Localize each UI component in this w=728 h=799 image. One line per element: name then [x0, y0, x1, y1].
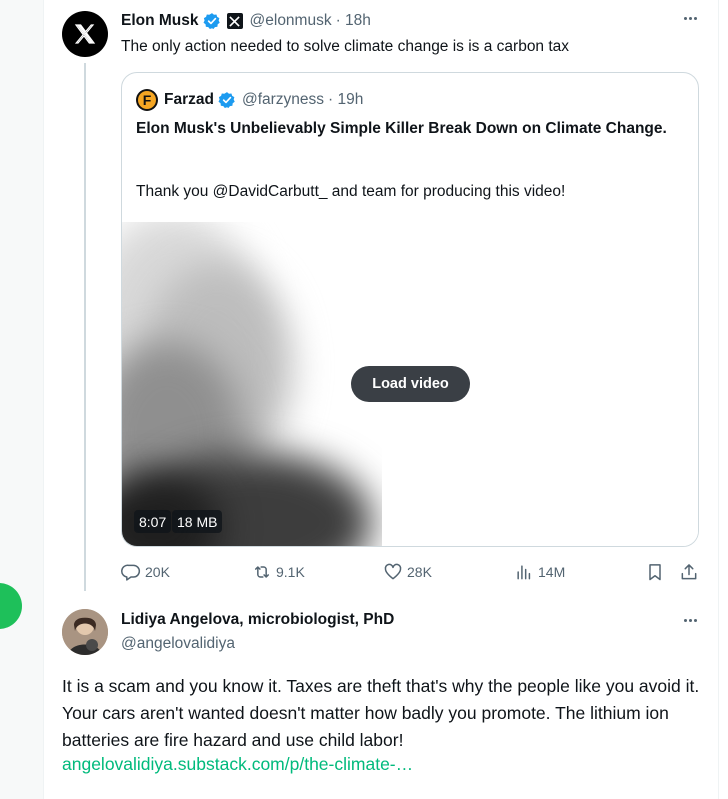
x-logo-icon	[74, 24, 96, 44]
more-button[interactable]	[678, 8, 702, 28]
quote-header: F Farzad @farzyness · 19h	[136, 89, 363, 111]
quote-time: · 19h	[328, 91, 364, 108]
video-thumbnail	[122, 222, 382, 546]
tweet-actions: 20K 9.1K 28K 14M	[121, 562, 701, 584]
views-icon	[517, 565, 531, 580]
video-player[interactable]: Load video 8:07 18 MB	[122, 222, 698, 546]
repost-icon	[255, 566, 269, 578]
reply-text: It is a scam and you know it. Taxes are …	[62, 676, 700, 750]
reply-count: 20K	[145, 564, 170, 580]
like-icon	[384, 563, 402, 580]
quote-author-handle: @farzyness	[241, 91, 325, 108]
reply-icon	[121, 564, 141, 581]
quote-tweet-card[interactable]: F Farzad @farzyness · 19h Elon Musk's Un…	[121, 72, 699, 547]
verified-badge-icon	[203, 13, 220, 30]
like-button[interactable]: 28K	[383, 562, 432, 582]
video-duration-badge: 8:07	[134, 510, 172, 533]
like-count: 28K	[407, 564, 432, 580]
repost-count: 9.1K	[276, 564, 305, 580]
column-divider	[718, 0, 719, 799]
thread-line	[84, 63, 86, 591]
video-size-badge: 18 MB	[172, 510, 223, 533]
share-icon	[681, 564, 697, 580]
tweet-time[interactable]: · 18h	[336, 12, 371, 30]
more-icon	[683, 16, 687, 20]
tweet-header: Elon Musk @elonmusk · 18h	[121, 11, 371, 31]
repost-button[interactable]: 9.1K	[252, 562, 305, 582]
views-count: 14M	[538, 564, 566, 580]
more-icon	[683, 618, 687, 622]
bookmark-button[interactable]	[645, 562, 669, 582]
quote-author-name: Farzad	[164, 91, 214, 108]
views-button[interactable]: 14M	[514, 562, 565, 582]
tweet-text: The only action needed to solve climate …	[121, 38, 570, 55]
quote-body: Thank you @DavidCarbutt_ and team for pr…	[136, 183, 566, 200]
bookmark-icon	[649, 564, 661, 581]
verified-badge-icon	[218, 92, 235, 109]
reply-button[interactable]: 20K	[121, 562, 170, 582]
reply-author-name[interactable]: Lidiya Angelova, microbiologist, PhD	[121, 611, 394, 629]
x-affiliate-badge-icon	[226, 13, 243, 29]
quote-author-avatar: F	[136, 89, 158, 111]
author-handle[interactable]: @elonmusk	[250, 12, 332, 30]
reply-author-handle[interactable]: @angelovalidiya	[121, 635, 235, 653]
reply-more-button[interactable]	[678, 610, 702, 630]
quote-title: Elon Musk's Unbelievably Simple Killer B…	[136, 120, 667, 137]
reply-author-avatar[interactable]	[62, 609, 108, 655]
load-video-button[interactable]: Load video	[351, 366, 470, 402]
reply-link[interactable]: angelovalidiya.substack.com/p/the-climat…	[62, 754, 413, 775]
author-avatar[interactable]	[62, 11, 108, 57]
share-button[interactable]	[679, 562, 703, 582]
left-sidebar-strip	[0, 0, 44, 799]
reply-avatar-photo	[62, 609, 108, 655]
author-name[interactable]: Elon Musk	[121, 12, 199, 30]
quote-avatar-letter: F	[138, 91, 156, 109]
